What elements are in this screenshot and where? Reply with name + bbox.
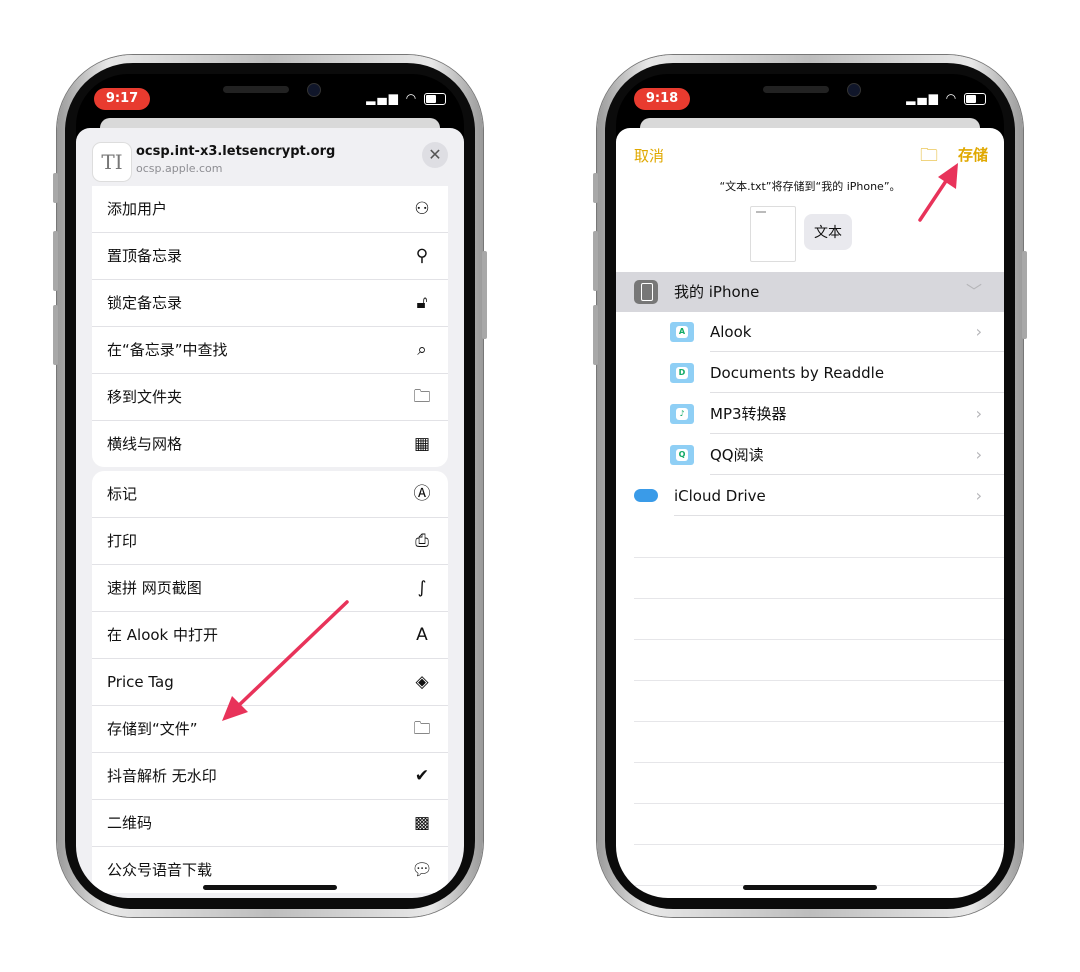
annotation-arrows: [222, 163, 958, 721]
left-arrow: [222, 600, 349, 721]
right-arrow: [918, 163, 958, 222]
